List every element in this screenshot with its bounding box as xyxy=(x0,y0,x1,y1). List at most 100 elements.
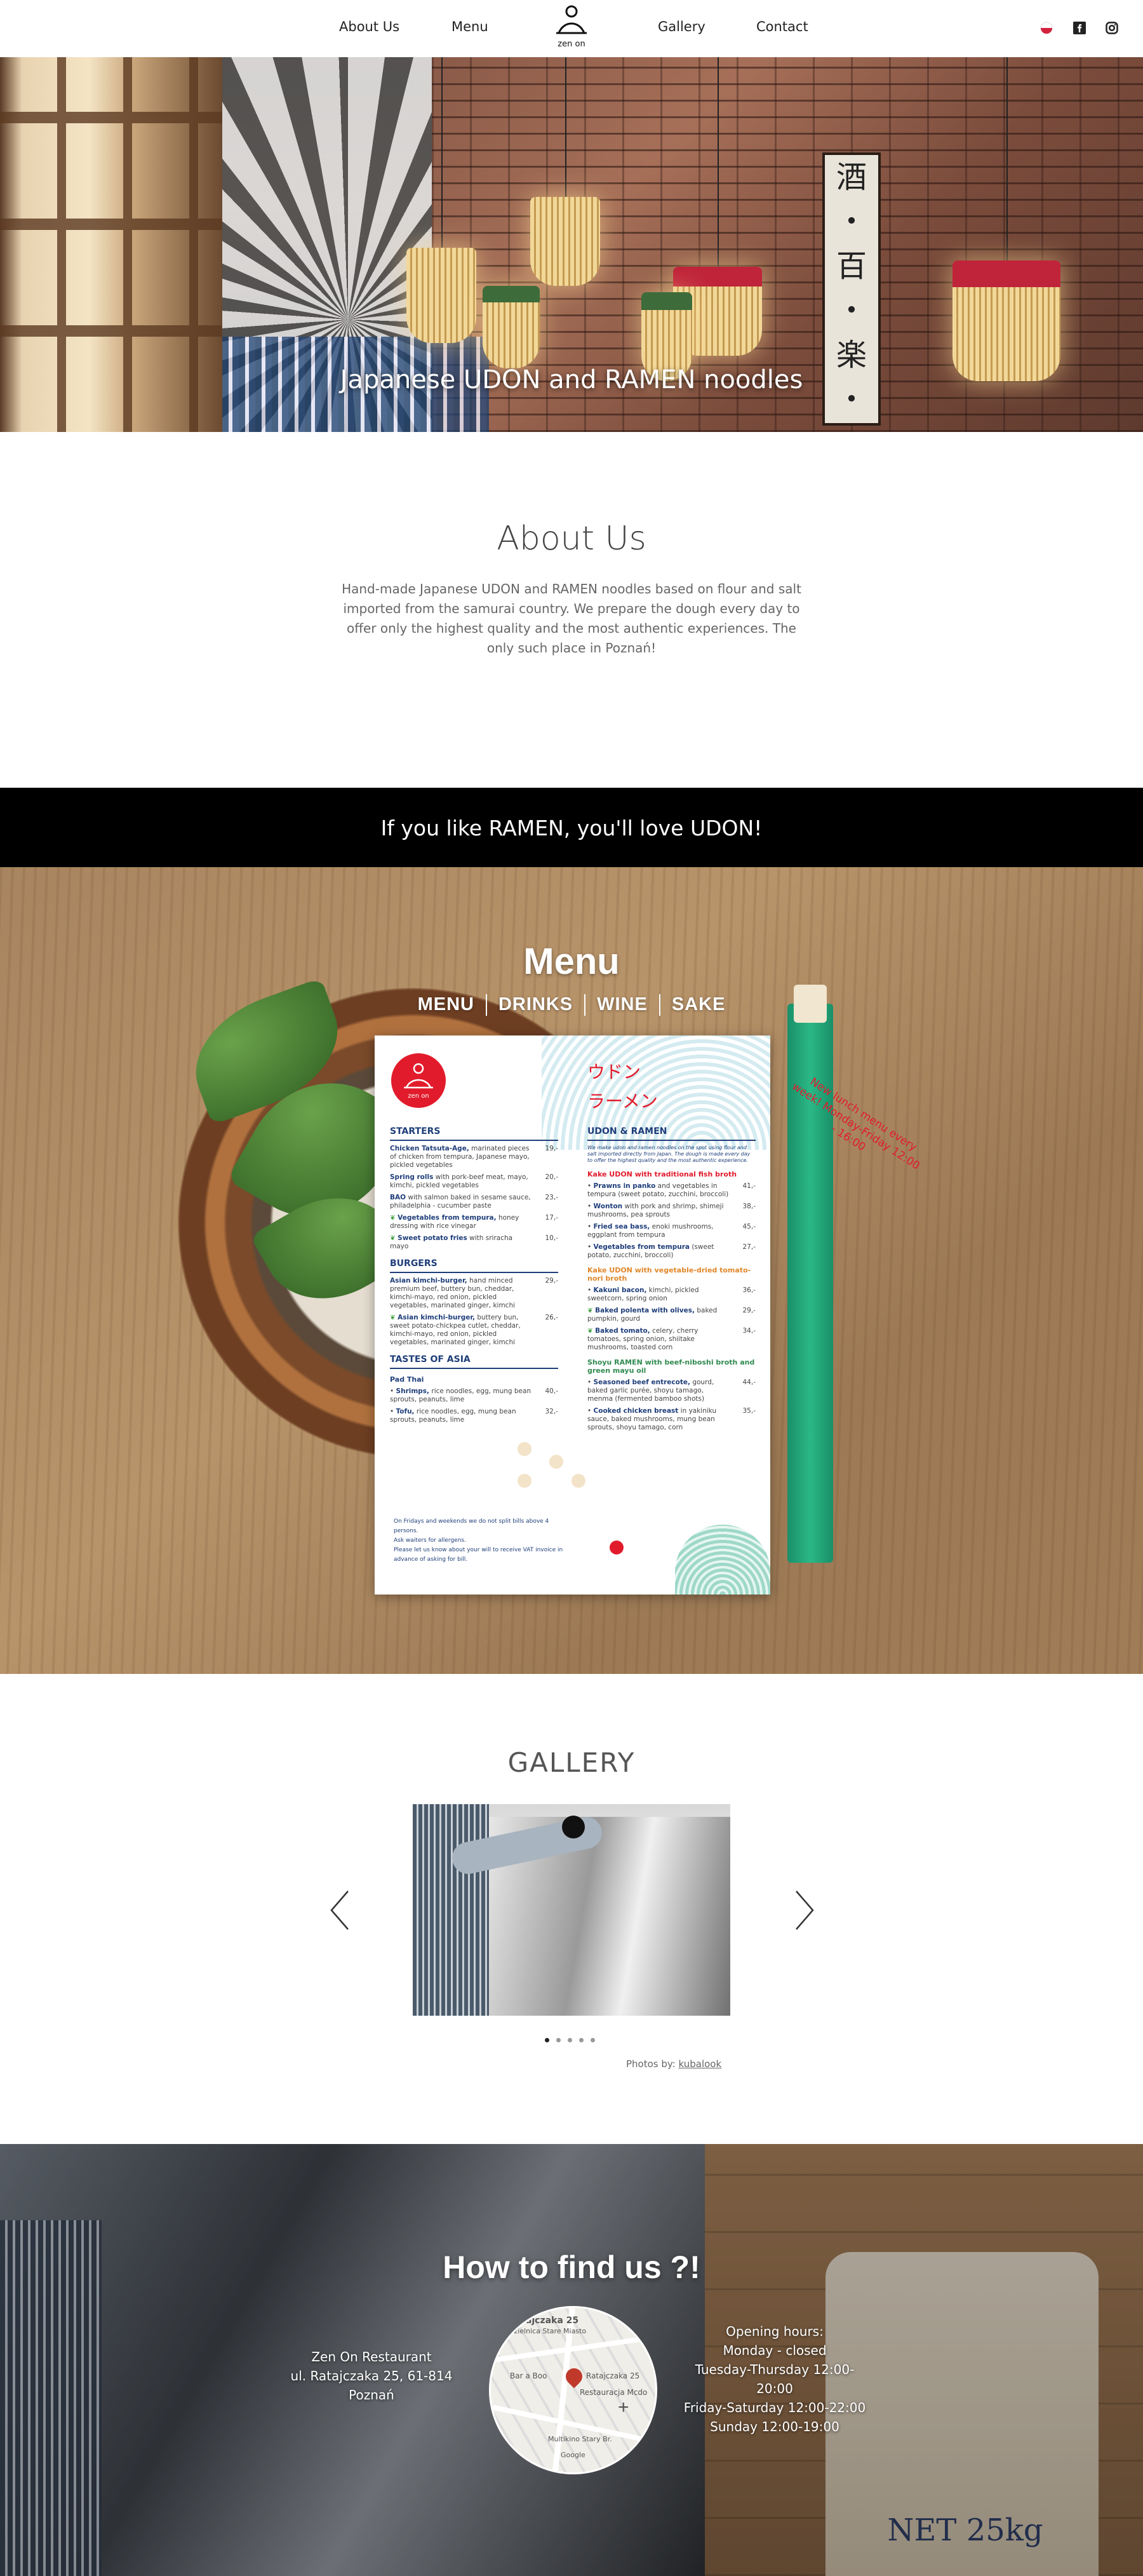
menu-item: ❦ Vegetables from tempura, honey dressin… xyxy=(390,1214,558,1230)
vegan-leaf-icon: ❦ xyxy=(390,1314,396,1321)
meditation-logo-icon xyxy=(556,5,587,34)
hero-banner: 酒 ・ 百 ・ 楽 ・ Japanese UDON and RAMEN nood… xyxy=(0,57,1143,432)
decor-dot xyxy=(518,1442,531,1456)
lamp-cord xyxy=(1006,57,1008,260)
nav-menu[interactable]: Menu xyxy=(451,19,488,34)
nav-gallery[interactable]: Gallery xyxy=(658,19,705,34)
decor-dot xyxy=(610,1541,624,1554)
location-map[interactable]: Ratajczaka 25 Dzielnica Stare Miasto Bar… xyxy=(489,2306,657,2474)
vegan-leaf-icon: ❦ xyxy=(390,1214,396,1222)
gallery-pagination xyxy=(545,2034,602,2043)
chef-glove xyxy=(562,1816,585,1838)
decor-dot xyxy=(549,1455,563,1469)
hours-line: Sunday 12:00-19:00 xyxy=(710,2419,839,2434)
menu-item: Asian kimchi-burger, hand minced premium… xyxy=(390,1277,558,1309)
lamp-cord xyxy=(565,57,566,197)
slogan-text: If you like RAMEN, you'll love UDON! xyxy=(380,816,763,840)
top-navigation: About Us Menu zen on Gallery Contact xyxy=(0,0,1143,57)
hero-lamp xyxy=(483,286,540,368)
about-text: Hand-made Japanese UDON and RAMEN noodle… xyxy=(342,581,801,656)
gallery-dot[interactable] xyxy=(568,2038,572,2042)
language-flag-pl-icon[interactable] xyxy=(1040,22,1053,37)
photo-credit: Photos by: kubalook xyxy=(626,2058,722,2070)
burgers-title: BURGERS xyxy=(390,1259,558,1273)
tab-menu[interactable]: MENU xyxy=(406,994,486,1015)
tab-drinks[interactable]: DRINKS xyxy=(487,994,584,1015)
card-notes: On Fridays and weekends we do not split … xyxy=(394,1518,563,1563)
hours-line: Tuesday-Thursday 12:00-20:00 xyxy=(695,2362,855,2396)
hours-line: Friday-Saturday 12:00-22:00 xyxy=(683,2400,866,2415)
lamp-cord xyxy=(441,57,443,248)
menu-item: • Prawns in panko and vegetables in temp… xyxy=(587,1182,756,1198)
decor-dot xyxy=(572,1474,585,1488)
udon-ramen-title: UDON & RAMEN xyxy=(587,1127,756,1141)
menu-card[interactable]: zen on ウドン ラーメン STARTERS Chicken Tatsuta… xyxy=(375,1035,770,1595)
menu-item: • Fried sea bass, enoki mushrooms, eggpl… xyxy=(587,1223,756,1239)
menu-tabs: MENU DRINKS WINE SAKE xyxy=(0,994,1143,1016)
menu-section: Menu MENU DRINKS WINE SAKE New lunch menu e… xyxy=(0,867,1143,1674)
menu-item: • Seasoned beef entrecote, gourd, baked … xyxy=(587,1379,756,1403)
gallery-next-button[interactable] xyxy=(794,1890,815,1931)
menu-item: ❦ Baked polenta with olives, baked pumpk… xyxy=(587,1307,756,1323)
gallery-prev-button[interactable] xyxy=(329,1890,351,1931)
menu-item: • Cooked chicken breast in yakiniku sauc… xyxy=(587,1407,756,1431)
gallery-dot[interactable] xyxy=(579,2038,584,2042)
vegan-leaf-icon: ❦ xyxy=(587,1307,593,1314)
find-us-title: How to find us ?! xyxy=(443,2249,700,2285)
hero-title: Japanese UDON and RAMEN noodles xyxy=(340,365,803,394)
gallery-image[interactable] xyxy=(413,1804,730,2016)
menu-item: Chicken Tatsuta-Age, marinated pieces of… xyxy=(390,1145,558,1169)
menu-item: Spring rolls with pork-beef meat, mayo, … xyxy=(390,1173,558,1189)
gallery-dot[interactable] xyxy=(591,2038,595,2042)
restaurant-address: ul. Ratajczaka 25, 61-814 Poznań xyxy=(290,2368,453,2403)
find-us-section: NET 25kg How to find us ?! Zen On Restau… xyxy=(0,2144,1143,2576)
hero-lamp xyxy=(406,248,476,343)
card-right-column: UDON & RAMEN We make udon and ramen nood… xyxy=(587,1127,756,1436)
kake-veg-title: Kake UDON with vegetable-dried tomato-no… xyxy=(587,1266,751,1283)
address-block: Zen On Restaurant ul. Ratajczaka 25, 61-… xyxy=(279,2347,464,2404)
nav-about-us[interactable]: About Us xyxy=(339,19,399,34)
chevron-right-icon xyxy=(796,1891,814,1930)
meditation-logo-icon: zen on xyxy=(404,1063,433,1100)
menu-title: Menu xyxy=(523,941,620,982)
nav-contact[interactable]: Contact xyxy=(756,19,808,34)
chevron-left-icon xyxy=(330,1891,349,1930)
menu-item: BAO with salmon baked in sesame sauce, p… xyxy=(390,1194,558,1210)
menu-item: ❦ Sweet potato fries with sriracha mayo 1… xyxy=(390,1234,558,1250)
udon-intro: We make udon and ramen noodles on the sp… xyxy=(587,1145,751,1163)
vegan-leaf-icon: ❦ xyxy=(587,1327,593,1335)
map-zoom-in-icon[interactable]: + xyxy=(618,2397,629,2418)
tab-wine[interactable]: WINE xyxy=(585,994,659,1015)
menu-item: • Tofu, rice noodles, egg, mung bean spr… xyxy=(390,1408,558,1424)
vegan-leaf-icon: ❦ xyxy=(390,1234,396,1242)
card-japanese-heading: ウドン ラーメン xyxy=(587,1062,658,1112)
card-left-column: STARTERS Chicken Tatsuta-Age, marinated … xyxy=(390,1127,558,1428)
hours-line: Monday - closed xyxy=(723,2343,827,2358)
facebook-icon[interactable] xyxy=(1073,22,1086,37)
gallery-title: GALLERY xyxy=(507,1747,636,1778)
kake-fish-title: Kake UDON with traditional fish broth xyxy=(587,1170,737,1178)
card-logo: zen on xyxy=(391,1053,446,1108)
menu-item: • Shrimps, rice noodles, egg, mung bean … xyxy=(390,1387,558,1403)
gallery-dot[interactable] xyxy=(556,2038,561,2042)
opening-hours-block: Opening hours: Monday - closed Tuesday-T… xyxy=(679,2322,870,2436)
photographer-link[interactable]: kubalook xyxy=(679,2058,722,2070)
menu-item: • Kakuni bacon, kimchi, pickled sweetcor… xyxy=(587,1286,756,1302)
hero-lamp xyxy=(952,260,1060,381)
chef-apron xyxy=(413,1804,489,2016)
card-fan-pattern xyxy=(675,1525,770,1595)
instagram-icon[interactable] xyxy=(1106,22,1118,37)
shoyu-title: Shoyu RAMEN with beef-niboshi broth and … xyxy=(587,1358,755,1375)
logo[interactable]: zen on xyxy=(550,4,593,51)
gallery-dot[interactable] xyxy=(545,2038,549,2042)
restaurant-name: Zen On Restaurant xyxy=(311,2349,432,2364)
decor-dot xyxy=(518,1474,531,1488)
lamp-cord xyxy=(718,57,719,267)
svg-text:zen on: zen on xyxy=(408,1093,429,1100)
map-road xyxy=(491,2334,655,2363)
menu-item: • Vegetables from tempura (sweet potato,… xyxy=(587,1243,756,1259)
opening-hours-title: Opening hours: xyxy=(726,2324,824,2339)
tab-sake[interactable]: SAKE xyxy=(660,994,737,1015)
menu-item: ❦ Baked tomato, celery, cherry tomatoes,… xyxy=(587,1327,756,1351)
menu-item: • Wonton with pork and shrimp, shimeji m… xyxy=(587,1203,756,1218)
